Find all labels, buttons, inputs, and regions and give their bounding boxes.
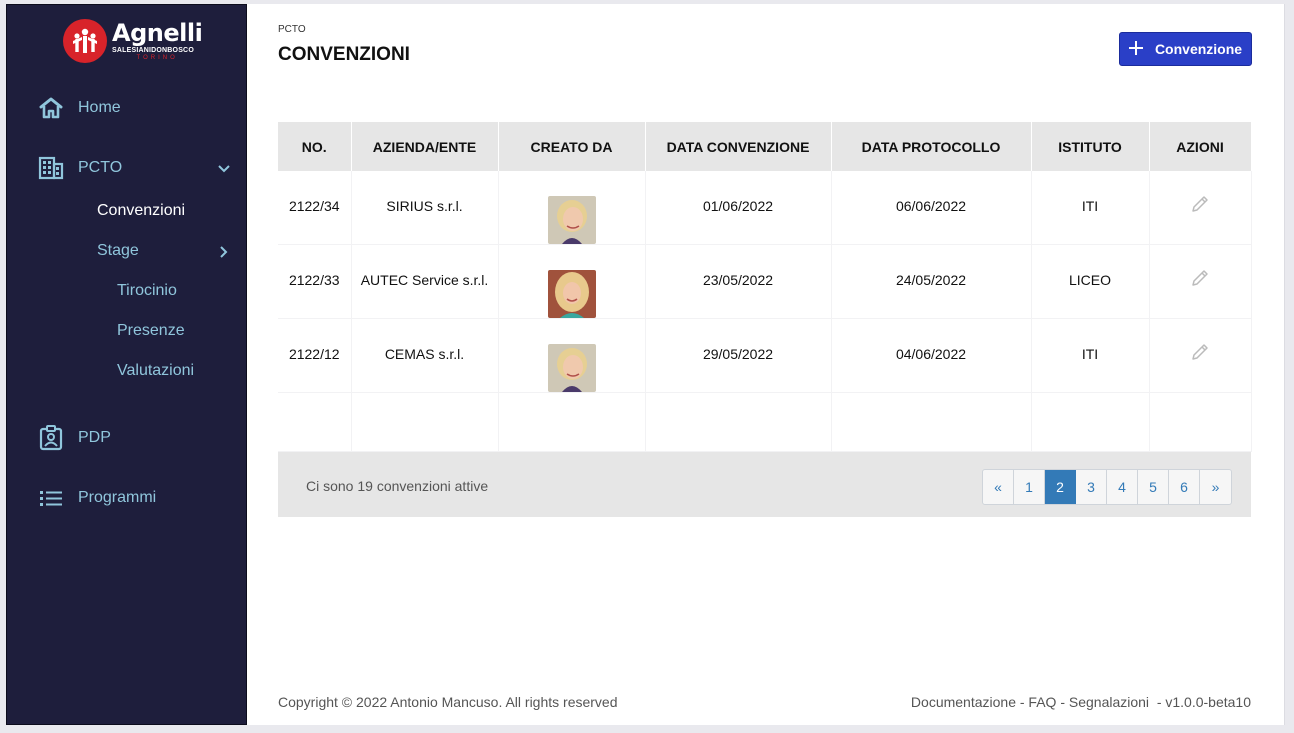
pagination-page-3[interactable]: 3: [1076, 470, 1107, 504]
column-header-azioni: AZIONI: [1149, 122, 1252, 171]
cell-data-protocollo: 04/06/2022: [831, 318, 1032, 393]
column-header-azienda[interactable]: AZIENDA/ENTE: [351, 122, 499, 171]
building-icon: [37, 155, 65, 181]
table-row[interactable]: 2122/34 SIRIUS s.r.l. 01/06/2022 06/06/2…: [278, 171, 1252, 245]
brand-title: Agnelli: [112, 19, 203, 47]
column-header-creato-da[interactable]: CREATO DA: [498, 122, 646, 171]
cell-azioni: [1149, 171, 1252, 245]
sidebar-item-stage[interactable]: Stage: [97, 242, 139, 260]
pagination-page-4[interactable]: 4: [1107, 470, 1138, 504]
footer-links[interactable]: Documentazione - FAQ - Segnalazioni - v1…: [911, 694, 1251, 710]
column-header-data-protocollo[interactable]: DATA PROTOCOLLO: [831, 122, 1032, 171]
sidebar-item-label: PCTO: [78, 159, 123, 176]
cell-data-protocollo: 06/06/2022: [831, 171, 1032, 245]
sidebar-item-label: PDP: [78, 429, 111, 446]
brand-logo[interactable]: Agnelli SALESIANIDONBOSCO TORINO: [63, 19, 203, 63]
pencil-icon[interactable]: [1190, 194, 1210, 217]
home-icon: [37, 95, 65, 121]
sidebar-item-valutazioni[interactable]: Valutazioni: [117, 362, 194, 380]
cell-data-convenzione: 29/05/2022: [645, 318, 832, 393]
table-row[interactable]: 2122/33 AUTEC Service s.r.l. 23/05/2022 …: [278, 244, 1252, 319]
cell-no: 2122/12: [278, 318, 352, 393]
sidebar-item-presenze[interactable]: Presenze: [117, 322, 185, 340]
cell-azioni: [1149, 244, 1252, 319]
sidebar-item-home[interactable]: Home: [37, 95, 121, 121]
sidebar-item-programmi[interactable]: Programmi: [37, 485, 156, 511]
sidebar-item-pcto[interactable]: PCTO: [37, 155, 122, 181]
cell-istituto: ITI: [1031, 171, 1150, 245]
brand-subtitle: SALESIANIDONBOSCO: [112, 47, 194, 54]
pagination-page-5[interactable]: 5: [1138, 470, 1169, 504]
list-icon: [37, 485, 65, 511]
empty-row: [278, 392, 1252, 452]
cell-data-convenzione: 23/05/2022: [645, 244, 832, 319]
cell-istituto: LICEO: [1031, 244, 1150, 319]
sidebar-item-label: Programmi: [78, 489, 157, 506]
pagination-page-6[interactable]: 6: [1169, 470, 1200, 504]
cell-data-convenzione: 01/06/2022: [645, 171, 832, 245]
convenzioni-table: NO. AZIENDA/ENTE CREATO DA DATA CONVENZI…: [278, 122, 1252, 517]
pagination: « 1 2 3 4 5 6 »: [982, 469, 1232, 505]
table-footer: Ci sono 19 convenzioni attive « 1 2 3 4 …: [278, 452, 1251, 517]
column-header-data-convenzione[interactable]: DATA CONVENZIONE: [645, 122, 832, 171]
cell-azienda: CEMAS s.r.l.: [351, 318, 499, 393]
cell-creato-da: [498, 244, 646, 319]
sidebar-item-label: Home: [78, 99, 121, 116]
cell-istituto: ITI: [1031, 318, 1150, 393]
add-button-label: Convenzione: [1154, 41, 1243, 57]
avatar: [547, 344, 596, 392]
avatar: [547, 196, 596, 244]
add-convenzione-button[interactable]: Convenzione: [1119, 32, 1252, 66]
brand-city: TORINO: [136, 55, 178, 61]
pagination-last[interactable]: »: [1200, 470, 1231, 504]
id-badge-icon: [37, 425, 65, 451]
pagination-first[interactable]: «: [983, 470, 1014, 504]
page-title: CONVENZIONI: [278, 44, 410, 65]
pagination-page-2[interactable]: 2: [1045, 470, 1076, 504]
cell-no: 2122/33: [278, 244, 352, 319]
logo-mark-icon: [63, 19, 107, 63]
cell-creato-da: [498, 318, 646, 393]
table-header-row: NO. AZIENDA/ENTE CREATO DA DATA CONVENZI…: [278, 122, 1252, 171]
chevron-right-icon[interactable]: [219, 245, 229, 262]
sidebar-item-tirocinio[interactable]: Tirocinio: [117, 282, 177, 300]
sidebar: Agnelli SALESIANIDONBOSCO TORINO Home PC…: [6, 4, 247, 725]
copyright-text: Copyright © 2022 Antonio Mancuso. All ri…: [278, 694, 618, 710]
cell-no: 2122/34: [278, 171, 352, 245]
main-panel: PCTO CONVENZIONI Convenzione NO. AZIENDA…: [247, 4, 1285, 725]
cell-creato-da: [498, 171, 646, 245]
pagination-page-1[interactable]: 1: [1014, 470, 1045, 504]
cell-azienda: AUTEC Service s.r.l.: [351, 244, 499, 319]
avatar: [547, 270, 596, 318]
plus-icon: [1128, 37, 1143, 59]
convenzioni-count: Ci sono 19 convenzioni attive: [306, 478, 489, 494]
sidebar-item-convenzioni[interactable]: Convenzioni: [97, 202, 185, 220]
cell-azienda: SIRIUS s.r.l.: [351, 171, 499, 245]
pencil-icon[interactable]: [1190, 268, 1210, 291]
table-row[interactable]: 2122/12 CEMAS s.r.l. 29/05/2022 04/06/20…: [278, 318, 1252, 393]
column-header-istituto[interactable]: ISTITUTO: [1031, 122, 1150, 171]
breadcrumb[interactable]: PCTO: [278, 24, 306, 35]
cell-azioni: [1149, 318, 1252, 393]
column-header-no[interactable]: NO.: [278, 122, 352, 171]
sidebar-item-pdp[interactable]: PDP: [37, 425, 111, 451]
cell-data-protocollo: 24/05/2022: [831, 244, 1032, 319]
chevron-down-icon[interactable]: [217, 161, 231, 177]
pencil-icon[interactable]: [1190, 342, 1210, 365]
